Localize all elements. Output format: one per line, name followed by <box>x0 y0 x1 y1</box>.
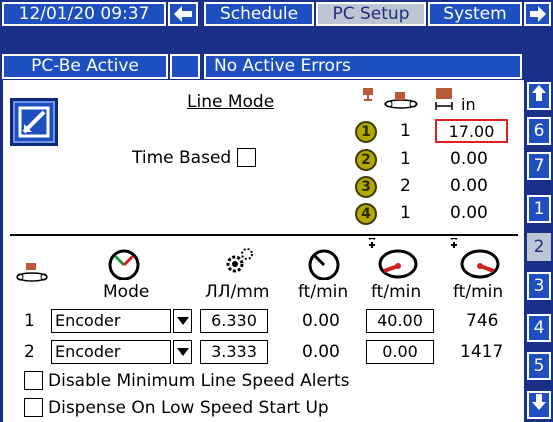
header-mode: Mode <box>103 282 150 302</box>
tab-schedule[interactable]: Schedule <box>204 2 314 26</box>
side-tab-5[interactable]: 5 <box>527 352 551 380</box>
min-speed-gauge-icon <box>368 238 418 279</box>
gun-multiplier-3: 2 <box>400 176 411 196</box>
edit-button[interactable] <box>10 98 58 146</box>
side-tab-3[interactable]: 3 <box>527 272 551 300</box>
pc-status: PC-Be Active <box>2 54 168 79</box>
forward-arrow-button[interactable] <box>524 2 551 26</box>
encoder-index-2: 2 <box>24 342 35 362</box>
encoder-min-speed-field-2[interactable]: 0.00 <box>366 340 434 364</box>
mode-gauge-icon <box>108 249 140 280</box>
gun-multiplier-4: 1 <box>400 203 411 223</box>
gun-multiplier-2: 1 <box>400 149 411 169</box>
dispense-low-speed-label: Dispense On Low Speed Start Up <box>48 398 329 418</box>
status-spacer <box>170 54 200 79</box>
time-based-checkbox[interactable] <box>237 148 256 167</box>
header-speed: ft/min <box>298 282 349 302</box>
header-min-speed: ft/min <box>371 282 422 302</box>
time-based-label: Time Based <box>132 148 232 168</box>
encoder-speed-2: 0.00 <box>302 342 340 362</box>
gears-icon <box>226 248 253 273</box>
header-pulses: ЛЛ/mm <box>205 282 270 302</box>
section-divider <box>10 234 518 236</box>
datetime-display: 12/01/20 09:37 <box>2 2 166 26</box>
encoder-index-1: 1 <box>24 311 35 331</box>
encoder-pulses-field-1[interactable]: 6.330 <box>200 309 268 333</box>
encoder-min-speed-field-1[interactable]: 40.00 <box>366 309 434 333</box>
line-mode-title: Line Mode <box>187 92 275 112</box>
encoder-mode-select-2[interactable]: Encoder <box>51 340 171 364</box>
encoder-max-speed-2: 1417 <box>460 342 504 362</box>
gun-distance-2: 0.00 <box>450 149 488 169</box>
side-tab-4[interactable]: 4 <box>527 314 551 342</box>
encoder-max-speed-1: 746 <box>466 311 499 331</box>
disable-alerts-label: Disable Minimum Line Speed Alerts <box>48 371 350 391</box>
conveyor-icon <box>16 263 48 282</box>
gun-badge-3: 3 <box>355 176 377 198</box>
max-speed-gauge-icon <box>450 238 500 279</box>
gun-distance-3: 0.00 <box>450 176 488 196</box>
speed-gauge-icon <box>308 249 340 280</box>
side-tab-1[interactable]: 1 <box>527 195 551 223</box>
gun-badge-2: 2 <box>355 149 377 171</box>
unit-in: in <box>461 95 476 114</box>
scroll-up-button[interactable] <box>527 82 551 110</box>
tab-pc-setup[interactable]: PC Setup <box>316 2 426 26</box>
tab-system[interactable]: System <box>428 2 522 26</box>
gun-badge-4: 4 <box>355 203 377 225</box>
right-arrow-icon <box>529 6 546 22</box>
encoder-speed-1: 0.00 <box>302 311 340 331</box>
encoder-mode-select-1[interactable]: Encoder <box>51 309 171 333</box>
header-max-speed: ft/min <box>453 282 504 302</box>
gun-conveyor-icon <box>363 88 418 109</box>
side-tab-6[interactable]: 6 <box>527 117 551 145</box>
chevron-down-icon[interactable] <box>173 309 192 333</box>
edit-icon <box>18 106 50 138</box>
gun-badge-1: 1 <box>355 121 377 143</box>
left-arrow-icon <box>174 6 192 22</box>
up-arrow-icon <box>532 85 546 101</box>
side-tab-2[interactable]: 2 <box>527 233 551 261</box>
gun-distance-4: 0.00 <box>450 203 488 223</box>
side-tab-7[interactable]: 7 <box>527 152 551 180</box>
chevron-down-icon[interactable] <box>173 340 192 364</box>
gun-distance-field-1[interactable]: 17.00 <box>435 119 508 143</box>
scroll-down-button[interactable] <box>527 391 551 419</box>
down-arrow-icon <box>532 394 546 410</box>
dispense-low-speed-checkbox[interactable] <box>24 398 43 417</box>
disable-alerts-checkbox[interactable] <box>24 371 43 390</box>
encoder-pulses-field-2[interactable]: 3.333 <box>200 340 268 364</box>
gun-multiplier-1: 1 <box>400 121 411 141</box>
back-arrow-button[interactable] <box>168 2 198 26</box>
error-status: No Active Errors <box>204 54 522 79</box>
